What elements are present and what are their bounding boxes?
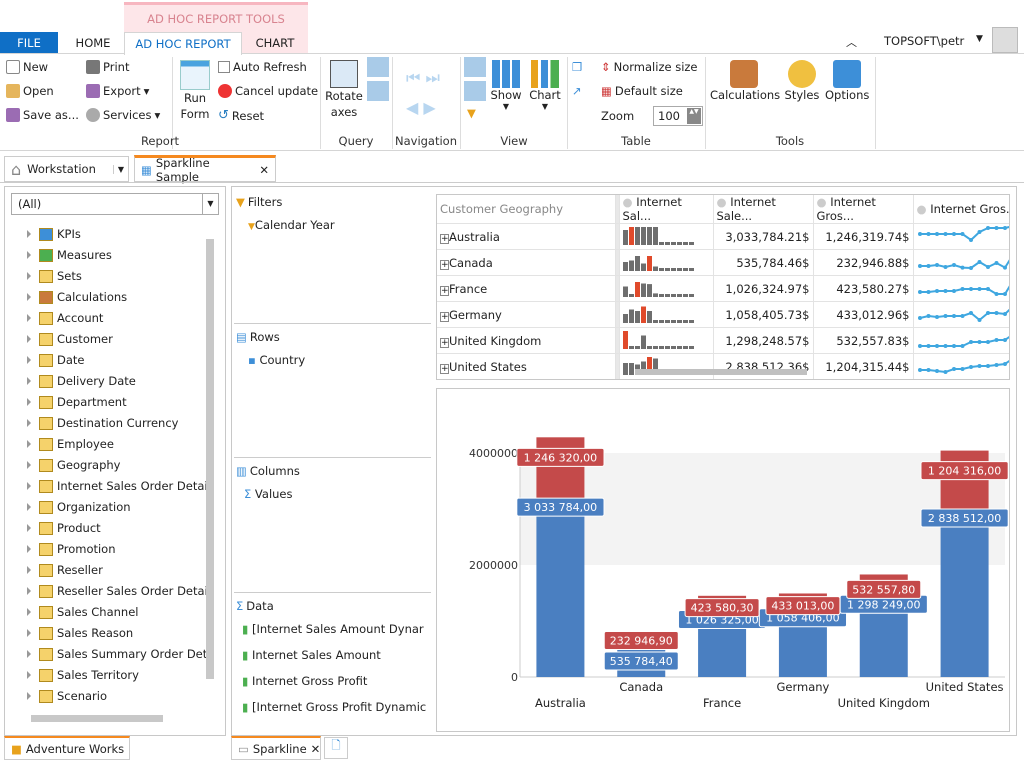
y-tick-label: 0	[511, 671, 518, 684]
data-label: 535 784,40	[610, 655, 673, 668]
stacked-bar-chart: 0 2000000 4000000 Australia 3 033 784,00 1 24…	[469, 437, 1009, 710]
data-label: 423 580,30	[691, 602, 754, 615]
close-sheet-icon[interactable]: ✕	[311, 742, 321, 756]
sparkline-sheet-label: Sparkline	[252, 741, 307, 756]
bar-segment-series-2	[536, 437, 585, 508]
bar-segment-series-1	[536, 507, 585, 677]
add-sheet-button[interactable]: 🗋	[324, 737, 348, 759]
x-tick-label: United Kingdom	[838, 696, 930, 710]
data-label: 1 246 320,00	[524, 451, 597, 464]
data-label: 532 557,80	[852, 583, 915, 596]
data-label: 3 033 784,00	[524, 501, 597, 514]
data-label: 232 946,90	[610, 634, 673, 647]
sparkline-sheet-tab[interactable]: ▭ Sparkline ✕	[231, 736, 321, 760]
tab-ad-hoc-report[interactable]: AD HOC REPORT	[124, 32, 242, 55]
x-tick-label: Germany	[776, 680, 829, 694]
bar-segment-series-1	[859, 604, 908, 677]
data-label: 1 204 316,00	[928, 465, 1001, 478]
y-tick-label: 2000000	[469, 559, 518, 572]
x-tick-label: Canada	[619, 680, 663, 694]
sheet-icon: ▭	[238, 741, 249, 756]
x-tick-label: France	[703, 696, 741, 710]
x-tick-label: Australia	[535, 696, 586, 710]
data-label: 2 838 512,00	[928, 512, 1001, 525]
x-tick-label: United States	[926, 680, 1004, 694]
bar-segment-series-1	[940, 518, 989, 677]
data-label: 433 013,00	[771, 600, 834, 613]
bar-segment-series-2	[940, 450, 989, 519]
y-tick-label: 4000000	[469, 447, 518, 460]
data-label: 1 298 249,00	[847, 598, 920, 611]
